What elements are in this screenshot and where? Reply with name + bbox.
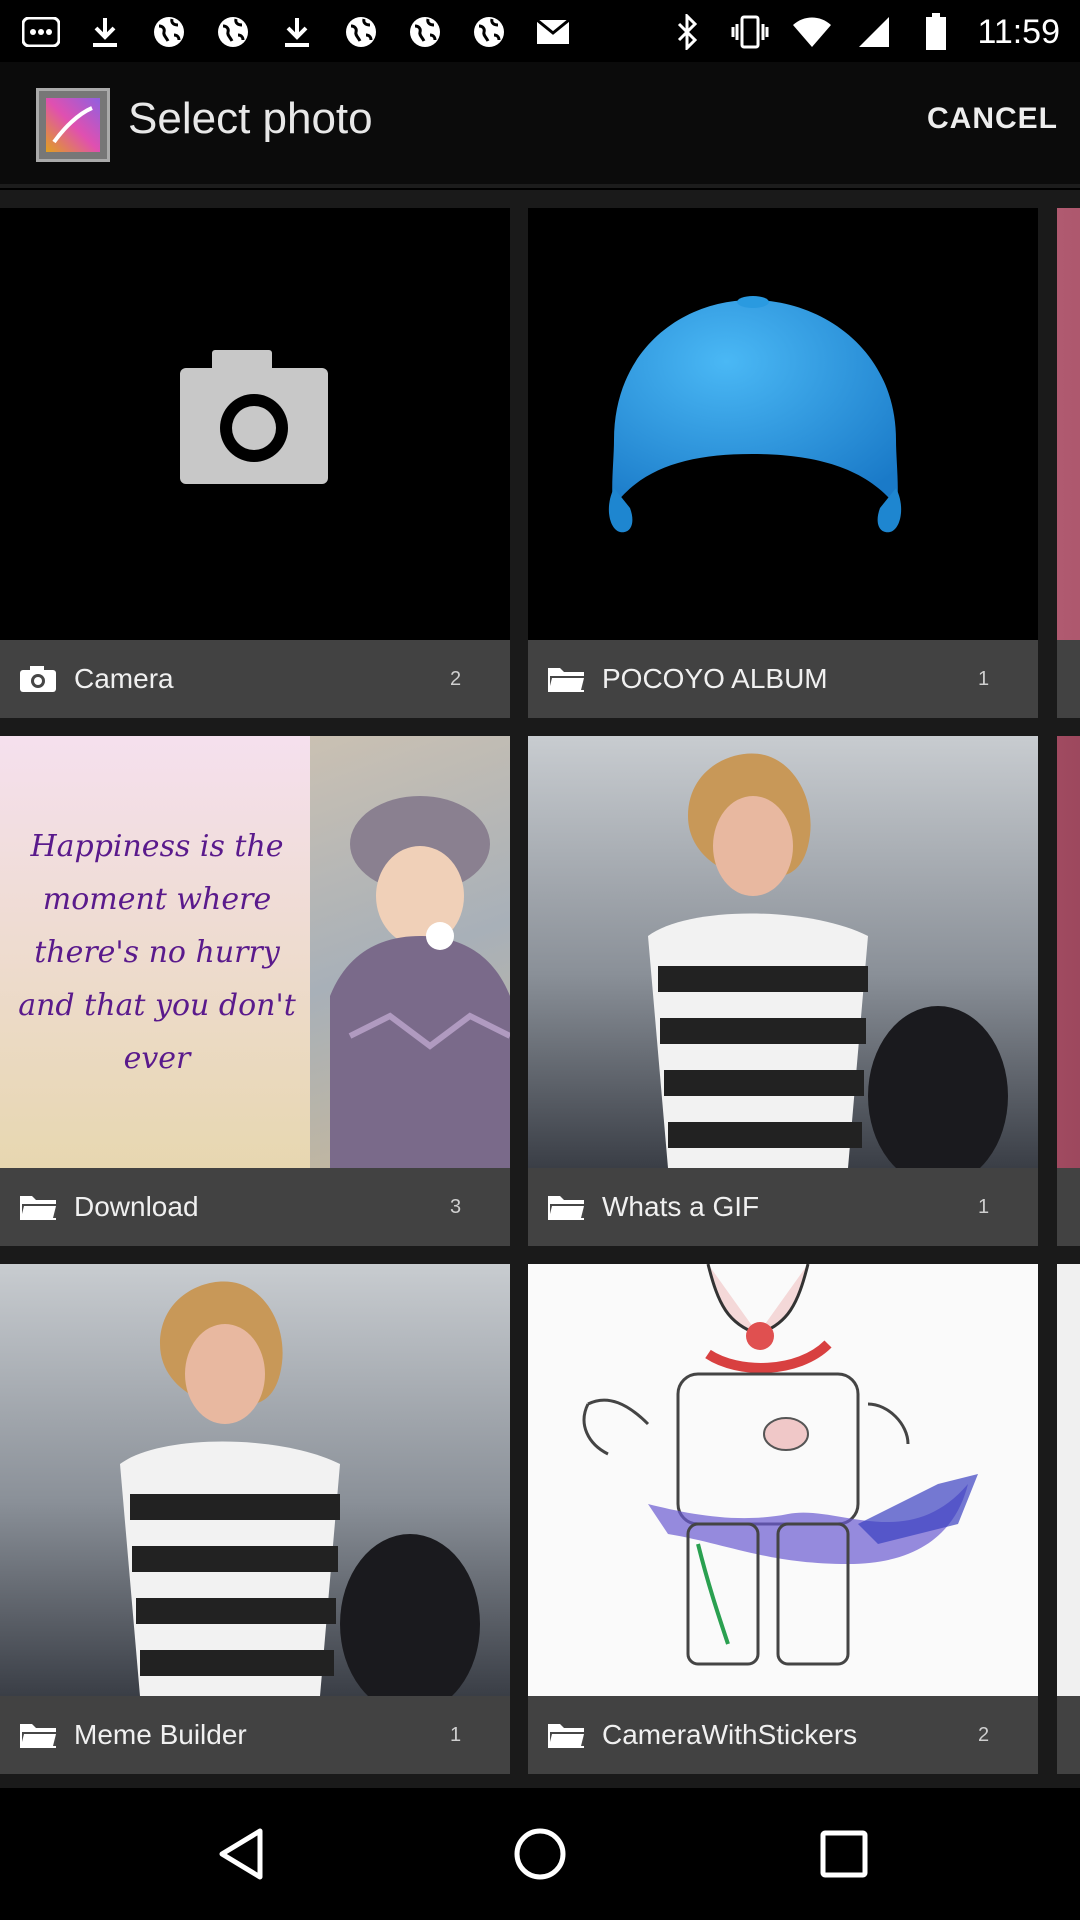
camera-placeholder-icon: [180, 350, 328, 484]
album-label: Download 3: [0, 1168, 510, 1246]
album-count: 2: [978, 1723, 990, 1746]
album-tile-camera[interactable]: Camera 2: [0, 208, 510, 718]
mail-icon: [532, 11, 574, 53]
album-thumbnail: [528, 1264, 1038, 1696]
globe-icon: [404, 11, 446, 53]
album-grid[interactable]: Camera 2 POCOYO ALBUM 1 Happiness is the…: [0, 190, 1080, 1788]
album-count: 1: [450, 1723, 462, 1746]
back-icon: [219, 1828, 263, 1880]
album-name: Download: [74, 1191, 199, 1222]
globe-icon: [148, 11, 190, 53]
navigation-bar: [0, 1788, 1080, 1920]
robot-drawing-image: [582, 1264, 978, 1666]
camera-icon: [20, 666, 56, 692]
album-name: Camera: [74, 663, 174, 694]
album-label: [1057, 1696, 1080, 1774]
folder-icon: [548, 668, 584, 692]
status-time: 11:59: [977, 12, 1060, 51]
album-label: [1057, 640, 1080, 718]
home-button[interactable]: [510, 1824, 570, 1884]
dancing-woman-photo: [648, 753, 1008, 1186]
globe-icon: [340, 11, 382, 53]
album-thumbnail: Happiness is the moment where there's no…: [0, 736, 510, 1168]
album-tile-whats-a-gif[interactable]: Whats a GIF 1: [528, 736, 1038, 1246]
album-name: CameraWithStickers: [602, 1719, 858, 1750]
album-label: Whats a GIF 1: [528, 1168, 1038, 1246]
album-tile-download[interactable]: Happiness is the moment where there's no…: [0, 736, 510, 1246]
folder-icon: [548, 1724, 584, 1748]
status-bar: 11:59: [0, 0, 1080, 62]
album-label: Meme Builder 1: [0, 1696, 510, 1774]
album-tile-partial[interactable]: [1057, 736, 1080, 1246]
album-count: 1: [978, 667, 990, 690]
girl-photo: [330, 796, 510, 1168]
folder-icon: [548, 1196, 584, 1220]
album-tile-pocoyo[interactable]: POCOYO ALBUM 1: [528, 208, 1038, 718]
notification-icon: [20, 11, 62, 53]
action-bar: Select photo CANCEL: [0, 62, 1080, 188]
back-button[interactable]: [210, 1824, 270, 1884]
album-tile-partial[interactable]: [1057, 208, 1080, 718]
signal-icon: [853, 11, 895, 53]
home-icon: [514, 1828, 566, 1880]
album-thumbnail: [1057, 736, 1080, 1168]
download-icon: [276, 11, 318, 53]
album-label: CameraWithStickers 2: [528, 1696, 1038, 1774]
album-thumbnail: [1057, 208, 1080, 640]
album-thumbnail: [0, 208, 510, 640]
album-label: POCOYO ALBUM 1: [528, 640, 1038, 718]
album-count: 2: [450, 667, 462, 690]
cancel-button[interactable]: CANCEL: [927, 102, 1058, 136]
folder-icon: [20, 1724, 56, 1748]
battery-icon: [915, 11, 957, 53]
album-count: 1: [978, 1195, 990, 1218]
blue-hat-image: [608, 296, 902, 533]
album-thumbnail: [528, 208, 1038, 640]
gallery-app-icon: [36, 88, 110, 162]
album-label: Camera 2: [0, 640, 510, 718]
album-label: [1057, 1168, 1080, 1246]
album-tile-partial[interactable]: [1057, 1264, 1080, 1774]
album-thumbnail: [0, 1264, 510, 1714]
globe-icon: [468, 11, 510, 53]
vibrate-icon: [729, 11, 771, 53]
wifi-icon: [791, 11, 833, 53]
album-name: Whats a GIF: [602, 1191, 760, 1222]
bluetooth-icon: [667, 11, 709, 53]
album-tile-camerawithstickers[interactable]: CameraWithStickers 2: [528, 1264, 1038, 1774]
recents-button[interactable]: [814, 1824, 874, 1884]
album-tile-meme-builder[interactable]: Meme Builder 1: [0, 1264, 510, 1774]
album-name: POCOYO ALBUM: [602, 663, 828, 694]
dancing-woman-photo: [120, 1281, 480, 1714]
status-notifications: [20, 10, 574, 54]
folder-icon: [20, 1196, 56, 1220]
page-title: Select photo: [128, 94, 373, 143]
album-thumbnail: [1057, 1264, 1080, 1696]
album-name: Meme Builder: [74, 1719, 247, 1750]
status-system: 11:59: [667, 10, 1060, 54]
globe-icon: [212, 11, 254, 53]
recents-icon: [820, 1830, 868, 1878]
album-thumbnail: [528, 736, 1038, 1186]
album-count: 3: [450, 1195, 462, 1218]
download-icon: [84, 11, 126, 53]
